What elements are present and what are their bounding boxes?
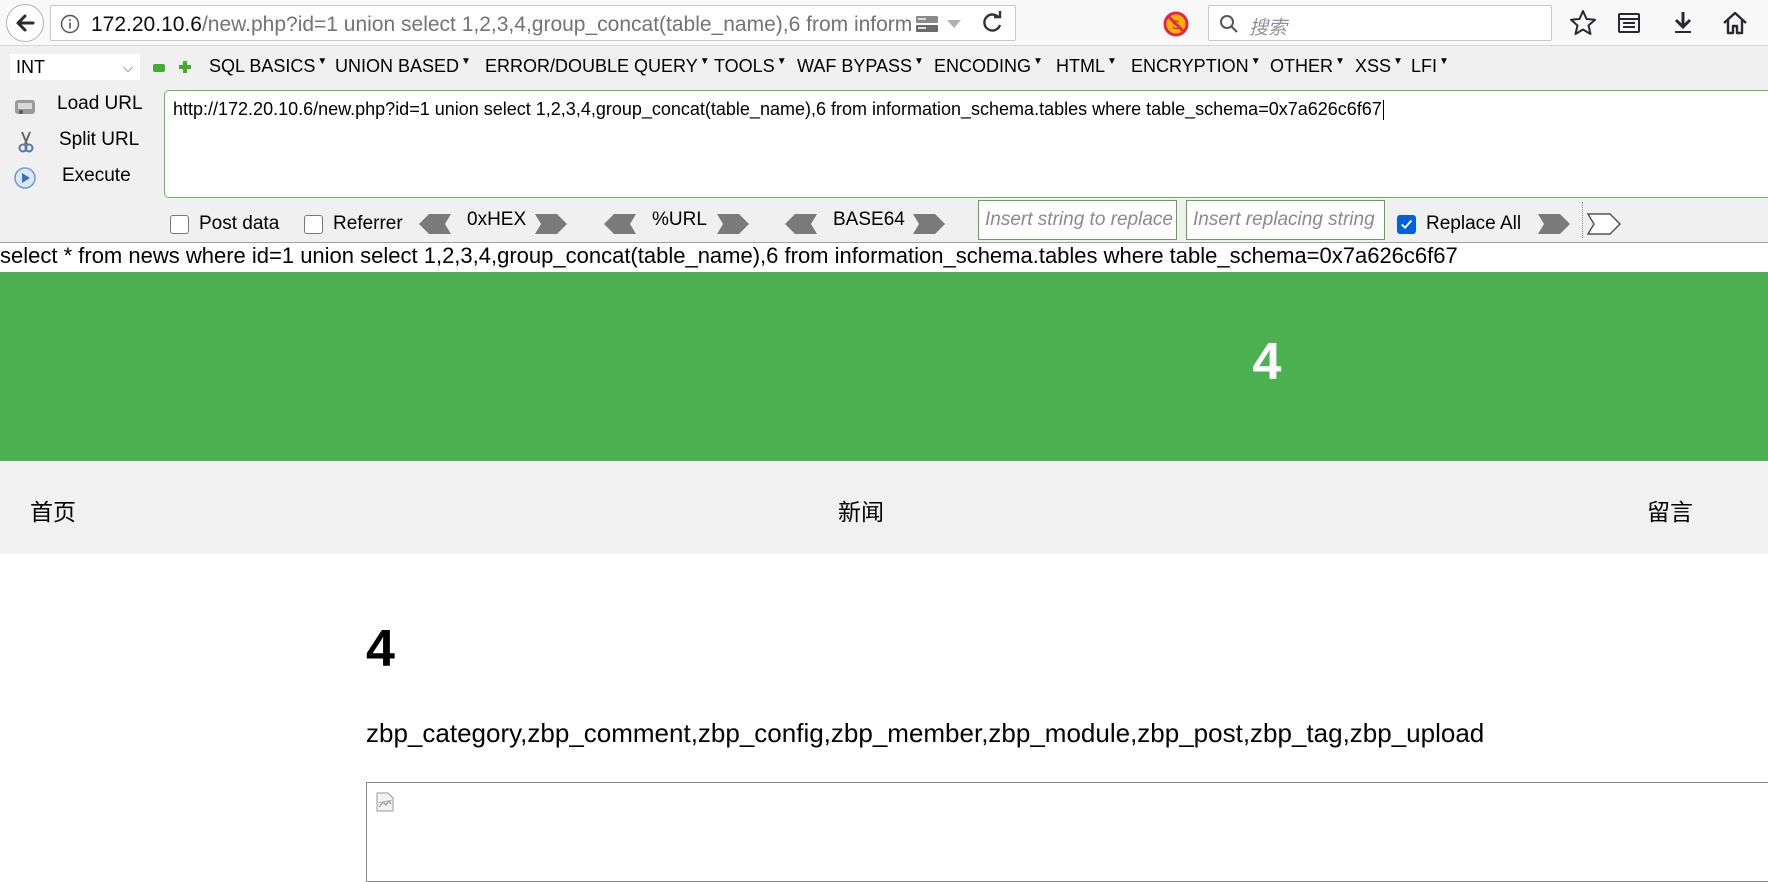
url-path: /new.php?id=1 union select 1,2,3,4,group…	[201, 13, 911, 36]
play-icon	[14, 167, 36, 189]
menu-encryption[interactable]: ENCRYPTION ▼	[1131, 56, 1261, 77]
banner-title: 4	[1252, 333, 1282, 391]
menu-other[interactable]: OTHER ▼	[1270, 56, 1345, 77]
checkmark-icon	[1400, 219, 1413, 230]
split-url-button[interactable]: Split URL	[10, 126, 145, 156]
download-icon[interactable]	[1668, 8, 1698, 38]
menu-sql-basics[interactable]: SQL BASICS ▼	[209, 56, 327, 77]
reload-icon[interactable]	[979, 8, 1005, 38]
nav-item-home[interactable]: 首页	[30, 493, 76, 527]
injection-type-select[interactable]: INT ⌵	[10, 54, 140, 80]
home-icon[interactable]	[1720, 8, 1750, 38]
injection-type-value: INT	[16, 57, 45, 77]
noscript-icon[interactable]: S	[1162, 10, 1190, 38]
replacing-string-input[interactable]: Insert replacing string	[1186, 200, 1385, 240]
post-data-checkbox[interactable]: Post data	[170, 212, 282, 236]
url-textarea[interactable]: http://172.20.10.6/new.php?id=1 union se…	[164, 90, 1768, 198]
back-button[interactable]	[6, 4, 44, 42]
url-decode-arrow-icon[interactable]	[602, 210, 638, 238]
referrer-checkbox-box[interactable]	[304, 215, 323, 234]
post-data-checkbox-box[interactable]	[170, 215, 189, 234]
info-icon[interactable]	[60, 14, 80, 34]
chevron-down-icon: ⌵	[123, 60, 133, 75]
menu-waf-bypass[interactable]: WAF BYPASS ▼	[797, 56, 924, 77]
hex-label: 0xHEX	[467, 209, 527, 230]
nav-item-news[interactable]: 新闻	[838, 493, 884, 527]
base64-encode-arrow-icon[interactable]	[911, 210, 947, 238]
replace-string-input[interactable]: Insert string to replace	[978, 200, 1177, 240]
text-cursor	[1382, 100, 1384, 121]
nav-item-messages[interactable]: 留言	[1647, 493, 1693, 527]
url-encode-arrow-icon[interactable]	[715, 210, 751, 238]
article-body: zbp_category,zbp_comment,zbp_config,zbp_…	[366, 718, 1485, 748]
search-bar[interactable]: 搜索	[1208, 5, 1552, 41]
site-nav: 首页 新闻 留言	[0, 461, 1768, 554]
hackbar-panel: INT ⌵ SQL BASICS ▼ UNION BASED ▼ ERROR/DOUB…	[0, 46, 1768, 243]
url-textarea-value: http://172.20.10.6/new.php?id=1 union se…	[173, 99, 1382, 119]
execute-button[interactable]: Execute	[10, 162, 145, 192]
menu-html[interactable]: HTML ▼	[1056, 56, 1117, 77]
hex-encode-arrow-icon[interactable]	[533, 210, 569, 238]
address-bar[interactable]: 172.20.10.6/new.php?id=1 union select 1,…	[50, 5, 1016, 41]
sql-query-text: select * from news where id=1 union sele…	[0, 243, 1458, 268]
menu-encoding[interactable]: ENCODING ▼	[934, 56, 1043, 77]
menu-tools[interactable]: TOOLS ▼	[714, 56, 787, 77]
article-title: 4	[366, 620, 395, 678]
minus-icon[interactable]	[153, 64, 165, 72]
load-url-button[interactable]: Load URL	[10, 90, 145, 120]
server-icon[interactable]	[914, 14, 940, 34]
menu-error-double-query[interactable]: ERROR/DOUBLE QUERY ▼	[485, 56, 710, 77]
bookmark-star-icon[interactable]	[1568, 8, 1598, 38]
hex-decode-arrow-icon[interactable]	[417, 210, 453, 238]
article-image	[366, 782, 1768, 882]
browser-toolbar: 172.20.10.6/new.php?id=1 union select 1,…	[0, 0, 1768, 46]
menu-union-based[interactable]: UNION BASED ▼	[335, 56, 471, 77]
url-text[interactable]: 172.20.10.6/new.php?id=1 union select 1,…	[91, 13, 911, 37]
library-icon[interactable]	[1614, 8, 1644, 38]
base64-decode-arrow-icon[interactable]	[783, 210, 819, 238]
replace-all-checkbox-box[interactable]	[1397, 215, 1416, 234]
referrer-checkbox[interactable]: Referrer	[304, 212, 408, 236]
menu-lfi[interactable]: LFI ▼	[1411, 56, 1449, 77]
search-icon	[1220, 15, 1238, 33]
replace-all-checkbox[interactable]: Replace All	[1397, 212, 1533, 236]
header-banner: 4	[0, 272, 1768, 461]
plus-icon[interactable]	[178, 60, 192, 74]
replace-left-arrow-icon[interactable]	[1536, 210, 1572, 238]
search-placeholder: 搜索	[1249, 17, 1288, 39]
replace-right-arrow-icon[interactable]	[1586, 210, 1622, 238]
menu-xss[interactable]: XSS ▼	[1355, 56, 1403, 77]
broken-image-icon	[376, 792, 394, 812]
url-host: 172.20.10.6	[91, 13, 202, 36]
base64-label: BASE64	[833, 209, 905, 230]
url-label: %URL	[652, 209, 707, 230]
back-arrow-icon	[16, 14, 35, 32]
scissors-icon	[18, 131, 34, 153]
toolbar-separator	[1582, 202, 1583, 238]
load-url-icon	[15, 100, 35, 114]
url-dropdown-icon[interactable]	[945, 16, 963, 32]
